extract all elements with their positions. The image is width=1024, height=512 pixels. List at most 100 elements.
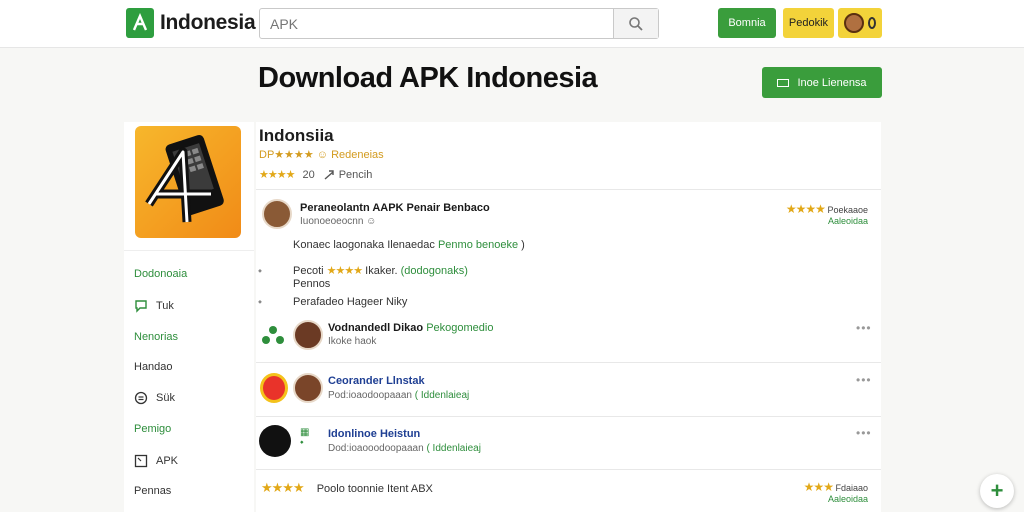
add-button[interactable]: + (980, 474, 1014, 508)
search-input[interactable] (260, 9, 613, 38)
review-avatar (293, 373, 323, 403)
inbox-icon (777, 78, 790, 87)
sidebar-item-label: Sük (156, 392, 175, 404)
footer-review: ★★★★ Poolo toonnie Itent ABX (261, 480, 433, 496)
info-icon (134, 391, 148, 405)
square-icon (134, 454, 148, 468)
sidebar-item-label: Tuk (156, 300, 174, 312)
review-sub-text: Dod:ioaooodoopaaan (328, 443, 424, 454)
featured-review-sub: Iuonoeoeocnn ☺ (300, 216, 377, 227)
search-bar (259, 8, 659, 39)
body-end: ) (521, 239, 525, 251)
sidebar-item-7[interactable]: APK (134, 454, 178, 468)
review-sub-green[interactable]: ( Iddenlaieaj (426, 443, 480, 454)
app-subline: DP★★★★ ☺ Redeneias (259, 149, 384, 161)
main-content: Indonsiia DP★★★★ ☺ Redeneias ★★★★ 20 Pen… (256, 122, 881, 512)
featured-review-stars: ★★★★ (785, 202, 826, 216)
plus-icon: + (990, 478, 1004, 503)
featured-review-meta: ★★★★ Poekaaoe Aaleoidaa (774, 202, 868, 226)
featured-review-right-bottom: Aaleoidaa (827, 216, 868, 226)
sidebar-item-label: Dodonoaia (134, 268, 188, 280)
review-name[interactable]: Idonlinoe Heistun (328, 428, 420, 440)
search-button[interactable] (613, 9, 658, 38)
line2-green[interactable]: (dodogonaks) (401, 265, 468, 277)
review-sub-text: Pod:ioaodoopaaan (328, 390, 412, 401)
review-name[interactable]: Ceorander Llnstak (328, 375, 425, 387)
body-green-text[interactable]: Penmo benoeke (438, 239, 518, 251)
divider (256, 362, 881, 363)
search-icon (629, 16, 643, 31)
footer-review-text[interactable]: Poolo toonnie Itent ABX (317, 483, 433, 495)
featured-review-right-top: Poekaaoe (827, 205, 868, 215)
footer-review-right-bottom: Aaleoidaa (827, 494, 868, 504)
sidebar-item-3[interactable]: Nenorias (134, 331, 178, 343)
footer-review-meta: ★★★ Fdaiaao Aaleoidaa (774, 480, 868, 504)
line2-mid: Ikaker. (365, 265, 398, 277)
sidebar-item-label: Pennas (134, 485, 172, 497)
page-title: Download APK Indonesia (258, 62, 598, 94)
footer-review-right-top: Fdaiaao (835, 483, 868, 493)
review-badge-icon (260, 373, 288, 403)
sidebar-item-8[interactable]: Pennas (134, 485, 171, 497)
featured-review-name[interactable]: Peraneolantn AAPK Penair Benbaco (300, 202, 490, 214)
review-avatar (293, 320, 323, 350)
featured-review-line3: Pennos (293, 278, 331, 290)
logo-text: Indonesia (160, 11, 256, 34)
sidebar-item-label: Pemigo (134, 423, 172, 435)
site-logo[interactable]: Indonesia (126, 8, 256, 38)
user-avatar (844, 13, 864, 33)
body-text: Konaec laogonaka Ilenaedac (293, 239, 435, 251)
review-sub-green[interactable]: ( Iddenlaieaj (415, 390, 469, 401)
sidebar-item-5[interactable]: Sük (134, 391, 175, 405)
sidebar-item-label: APK (156, 455, 179, 467)
footer-review-right-stars: ★★★ (803, 480, 834, 494)
more-options-icon[interactable]: ••• (856, 426, 872, 440)
review-name-text: Vodnandedl Dikao (328, 322, 424, 334)
primary-action-label: Inoe Lienensa (797, 76, 867, 89)
review-flag-icon: ▦ ⬩ (300, 427, 310, 448)
share-icon (324, 169, 334, 180)
review-sub: Dod:ioaooodoopaaan ( Iddenlaieaj (328, 443, 481, 454)
divider (256, 416, 881, 417)
divider (256, 189, 881, 190)
pin-icon: ⬩ (258, 265, 262, 277)
recycle-icon (262, 325, 284, 350)
featured-review-line2: Pecoti ★★★★ Ikaker. (dodogonaks) (293, 264, 468, 277)
chat-icon (135, 300, 147, 313)
featured-review-body: Konaec laogonaka Ilenaedac Penmo benoeke… (293, 239, 525, 251)
header-yellow-button[interactable]: Pedokik (783, 8, 834, 38)
header-green-button[interactable]: Bomnia (718, 8, 776, 38)
sidebar-item-2[interactable]: Tuk (134, 299, 174, 313)
coin-icon (868, 17, 876, 29)
review-sub: Ikoke haok (328, 336, 377, 347)
rating-stars: ★★★★ (259, 169, 295, 181)
sidebar-divider (124, 250, 254, 251)
top-bar: Indonesia Bomnia Pedokik (0, 0, 1024, 48)
sidebar: Dodonoaia Tuk Nenorias Handao Sük Pemigo… (124, 122, 254, 512)
more-options-icon[interactable]: ••• (856, 373, 872, 387)
sidebar-item-4[interactable]: Handao (134, 361, 173, 373)
share-link[interactable]: Pencih (323, 168, 373, 181)
line2-stars: ★★★★ (326, 265, 363, 277)
pin-icon: ⬩ (258, 296, 262, 308)
sidebar-item-label: Handao (134, 361, 173, 373)
app-name: Indonsiia (259, 126, 334, 145)
sidebar-item-1[interactable]: Dodonoaia (134, 268, 187, 280)
review-name[interactable]: Vodnandedl Dikao Pekogomedio (328, 322, 493, 334)
sidebar-item-label: Nenorias (134, 331, 179, 343)
sidebar-item-6[interactable]: Pemigo (134, 423, 171, 435)
more-options-icon[interactable]: ••• (856, 321, 872, 335)
featured-review-avatar (262, 199, 292, 229)
app-rating: ★★★★ 20 Pencih (259, 168, 373, 182)
app-icon (135, 126, 241, 238)
review-sub: Pod:ioaodoopaaan ( Iddenlaieaj (328, 390, 469, 401)
user-menu[interactable] (838, 8, 882, 38)
rating-count: 20 (302, 168, 315, 181)
divider (256, 469, 881, 470)
footer-review-stars: ★★★★ (261, 480, 305, 495)
review-logo-icon (259, 425, 291, 457)
share-label: Pencih (338, 168, 373, 181)
review-name-green: Pekogomedio (426, 322, 494, 334)
primary-action-button[interactable]: Inoe Lienensa (762, 67, 882, 98)
logo-mark-icon (126, 8, 154, 38)
